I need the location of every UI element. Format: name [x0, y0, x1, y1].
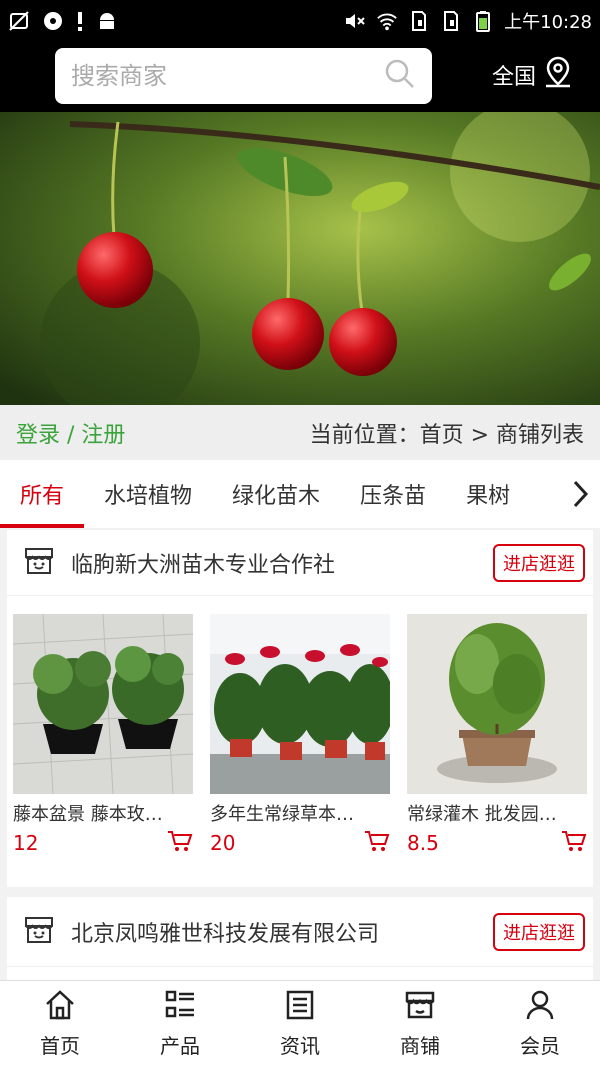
breadcrumb-bar: 登录 / 注册 当前位置：首页 > 商铺列表 — [0, 405, 600, 460]
product-image[interactable] — [210, 614, 390, 794]
region-selector[interactable]: 全国 — [492, 56, 572, 94]
nav-shops[interactable]: 商铺 — [360, 981, 480, 1067]
user-icon — [524, 989, 556, 1026]
cart-icon[interactable] — [561, 830, 587, 856]
nav-home[interactable]: 首页 — [0, 981, 120, 1067]
product-price: 8.5 — [407, 831, 439, 855]
status-bar: 上午10:28 — [0, 0, 600, 42]
product-name: 藤本盆景 藤本玫… — [13, 804, 163, 825]
nav-member[interactable]: 会员 — [480, 981, 600, 1067]
bottom-nav: 首页 产品 资讯 商铺 会员 — [0, 980, 600, 1067]
news-icon — [284, 989, 316, 1026]
product-card[interactable]: 常绿灌木 批发园… 8.5 — [407, 614, 587, 856]
record-icon — [42, 10, 64, 32]
tab-fruit-trees[interactable]: 果树 — [446, 460, 530, 528]
top-bar: 全国 — [0, 42, 600, 112]
search-icon[interactable] — [384, 58, 416, 94]
cart-icon[interactable] — [364, 830, 390, 856]
region-label: 全国 — [492, 65, 537, 90]
product-card[interactable]: 藤本盆景 藤本玫… 12 — [13, 614, 193, 856]
product-name: 常绿灌木 批发园… — [407, 804, 557, 825]
shop-icon — [23, 914, 55, 950]
visit-shop-button[interactable]: 进店逛逛 — [493, 543, 585, 582]
location-pin-icon — [544, 56, 572, 94]
list-icon — [164, 989, 196, 1026]
alert-icon — [76, 10, 84, 32]
product-image[interactable] — [407, 614, 587, 794]
shop-icon — [23, 545, 55, 581]
product-image[interactable] — [13, 614, 193, 794]
sim1-icon — [408, 10, 430, 32]
nav-news[interactable]: 资讯 — [240, 981, 360, 1067]
shop-name[interactable]: 北京凤鸣雅世科技发展有限公司 — [71, 916, 379, 948]
android-icon — [96, 10, 118, 32]
banner-image[interactable] — [0, 112, 600, 405]
tab-hydroponic[interactable]: 水培植物 — [84, 460, 212, 528]
no-image-icon — [8, 10, 30, 32]
breadcrumb: 当前位置：首页 > 商铺列表 — [309, 422, 584, 448]
status-time: 上午10:28 — [504, 12, 592, 33]
sim2-icon — [440, 10, 462, 32]
visit-shop-button[interactable]: 进店逛逛 — [493, 912, 585, 951]
search-box[interactable] — [55, 48, 432, 104]
mute-icon — [344, 10, 366, 32]
shop-card: 北京凤鸣雅世科技发展有限公司 进店逛逛 — [7, 897, 593, 980]
home-icon — [44, 989, 76, 1026]
search-input[interactable] — [71, 62, 384, 90]
tab-layering-seedlings[interactable]: 压条苗 — [340, 460, 446, 528]
tab-all[interactable]: 所有 — [0, 460, 85, 528]
shop-icon — [404, 989, 436, 1026]
chevron-right-icon[interactable] — [560, 460, 600, 528]
tab-greening-seedlings[interactable]: 绿化苗木 — [212, 460, 340, 528]
shop-card: 临朐新大洲苗木专业合作社 进店逛逛 藤本盆景 藤本玫… 12 多年生常绿草本… … — [7, 530, 593, 887]
shop-header: 北京凤鸣雅世科技发展有限公司 进店逛逛 — [7, 897, 593, 967]
nav-products[interactable]: 产品 — [120, 981, 240, 1067]
product-price: 20 — [210, 831, 236, 855]
login-register-link[interactable]: 登录 / 注册 — [16, 417, 125, 449]
shop-header: 临朐新大洲苗木专业合作社 进店逛逛 — [7, 530, 593, 596]
product-price: 12 — [13, 831, 39, 855]
category-tabs: 所有 水培植物 绿化苗木 压条苗 果树 — [0, 460, 600, 528]
battery-icon — [472, 10, 494, 32]
cart-icon[interactable] — [167, 830, 193, 856]
shop-name[interactable]: 临朐新大洲苗木专业合作社 — [71, 547, 335, 579]
product-name: 多年生常绿草本… — [210, 804, 354, 825]
product-list: 藤本盆景 藤本玫… 12 多年生常绿草本… 20 常绿灌木 批发园… 8.5 — [7, 596, 593, 856]
product-card[interactable]: 多年生常绿草本… 20 — [210, 614, 390, 856]
wifi-icon — [376, 10, 398, 32]
